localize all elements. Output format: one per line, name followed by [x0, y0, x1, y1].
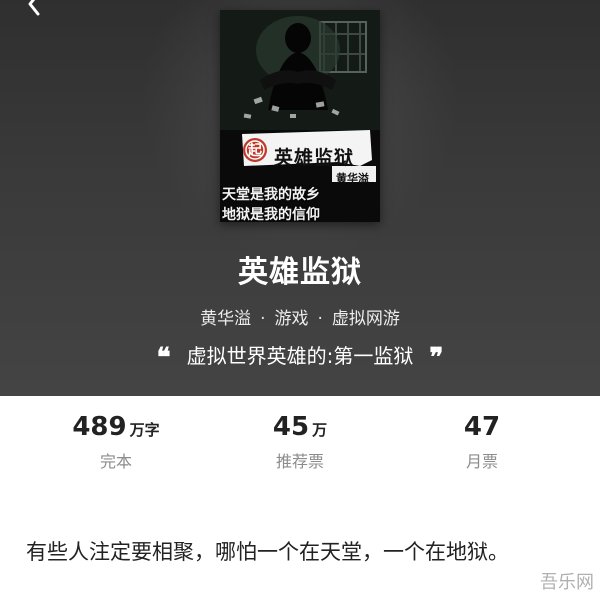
cover-slogan-1: 天堂是我的故乡	[222, 187, 320, 203]
word-count-value: 489	[72, 412, 127, 442]
watermark: 吾乐网	[540, 572, 594, 593]
cover-author: 黄华溢	[336, 172, 369, 185]
recommend-votes-value: 45	[272, 412, 310, 442]
meta-separator: ·	[317, 309, 323, 329]
subcategory-link[interactable]: 虚拟网游	[332, 309, 400, 329]
close-quote-icon: ❞	[429, 343, 444, 373]
book-detail-screen: 起 英雄监狱 黄华溢 天堂是我的故乡 地狱是我的信仰 英雄监狱 黄华溢 · 游戏 · 虚…	[0, 0, 600, 600]
completion-status: 完本	[99, 452, 132, 471]
cover-title: 英雄监狱	[274, 147, 355, 169]
back-button[interactable]	[18, 0, 48, 16]
category-link[interactable]: 游戏	[275, 309, 309, 329]
recommend-votes-unit: 万	[312, 421, 328, 439]
book-meta: 黄华溢 · 游戏 · 虚拟网游	[0, 304, 600, 329]
monthly-votes-value: 47	[463, 412, 501, 442]
meta-separator: ·	[260, 309, 266, 329]
book-cover[interactable]: 起 英雄监狱 黄华溢 天堂是我的故乡 地狱是我的信仰	[220, 10, 380, 222]
author-link[interactable]: 黄华溢	[200, 309, 251, 329]
book-introduction[interactable]: 有些人注定要相聚，哪怕一个在天堂，一个在地狱。	[26, 536, 574, 568]
open-quote-icon: ❝	[156, 343, 171, 373]
back-arrow-icon	[28, 0, 40, 16]
stats-bar: 489 万字 完本 45 万 推荐票 47 月票	[0, 412, 600, 492]
book-title: 英雄监狱	[238, 255, 362, 290]
stat-monthly-votes[interactable]: 47 月票	[402, 412, 562, 472]
cover-badge: 起	[248, 143, 262, 159]
recommend-votes-label: 推荐票	[275, 452, 324, 471]
tagline-text: 虚拟世界英雄的:第一监狱	[186, 344, 414, 368]
stat-recommend-votes[interactable]: 45 万 推荐票	[220, 412, 380, 472]
stat-word-count: 489 万字 完本	[36, 412, 196, 472]
tagline: ❝ 虚拟世界英雄的:第一监狱 ❞	[0, 340, 600, 373]
book-header: 起 英雄监狱 黄华溢 天堂是我的故乡 地狱是我的信仰 英雄监狱 黄华溢 · 游戏 · 虚…	[0, 0, 600, 396]
cover-slogan-2: 地狱是我的信仰	[222, 207, 320, 222]
word-count-unit: 万字	[129, 421, 160, 439]
monthly-votes-label: 月票	[465, 452, 498, 471]
